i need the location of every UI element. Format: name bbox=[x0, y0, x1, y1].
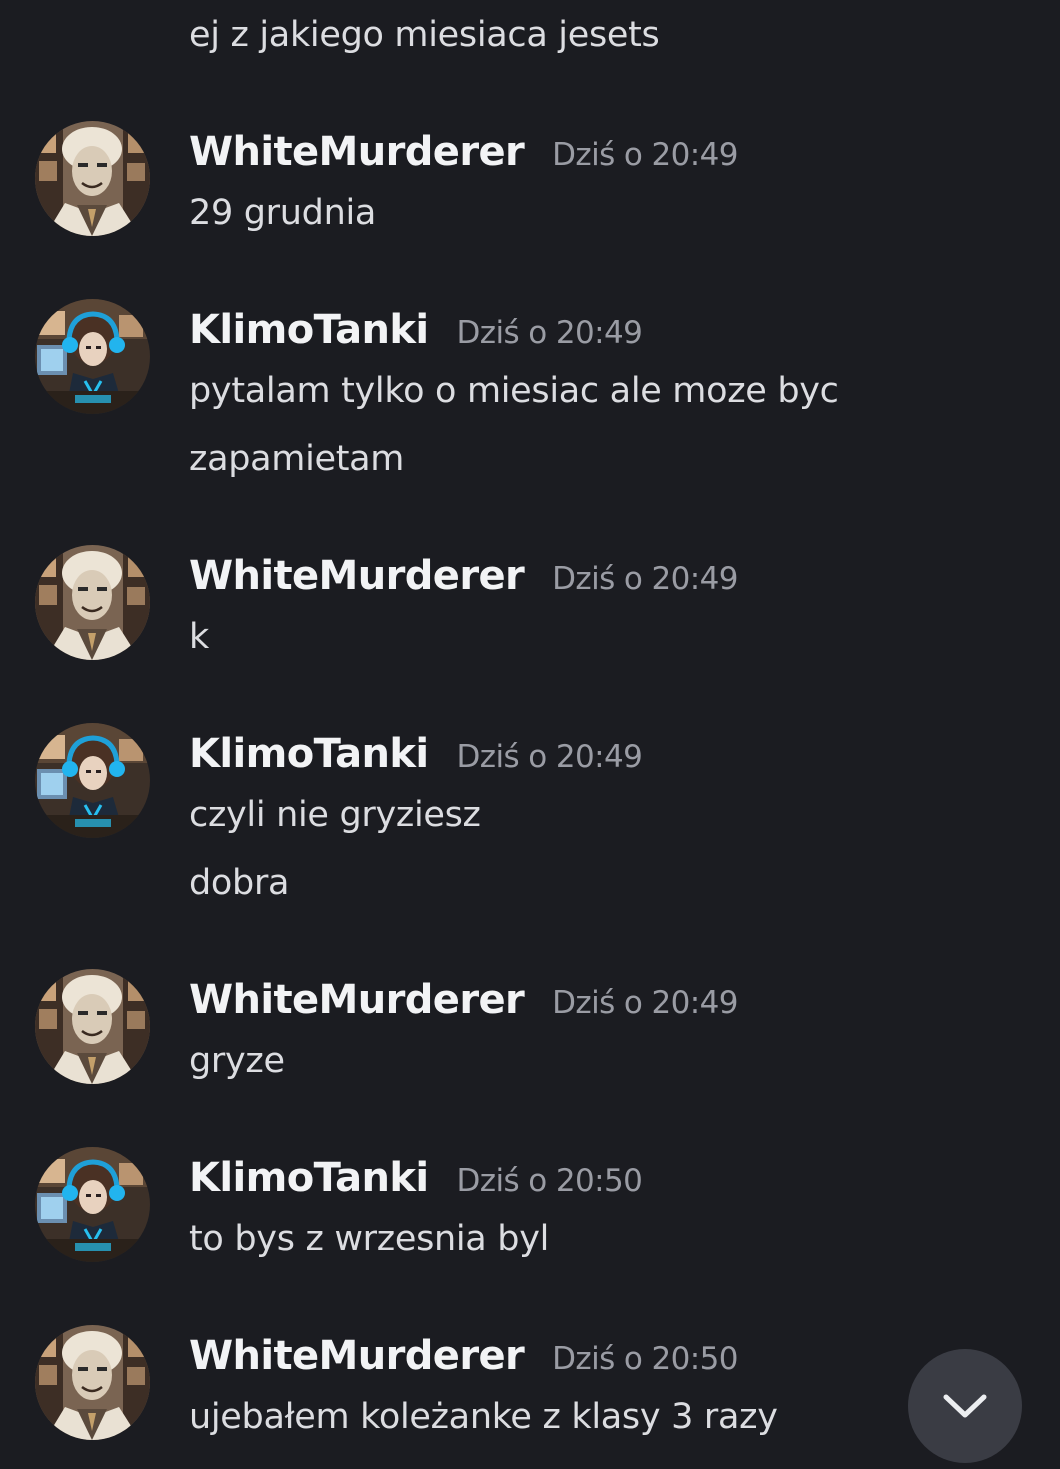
message-header: WhiteMurderer Dziś o 20:49 bbox=[189, 129, 738, 177]
username[interactable]: WhiteMurderer bbox=[189, 977, 525, 1023]
message-text: 29 grudnia bbox=[189, 193, 377, 233]
timestamp: Dziś o 20:49 bbox=[456, 739, 643, 775]
message-header: KlimoTanki Dziś o 20:49 bbox=[189, 307, 643, 355]
white-murderer-avatar-icon[interactable] bbox=[35, 969, 150, 1084]
username[interactable]: KlimoTanki bbox=[189, 307, 429, 353]
white-murderer-avatar-icon[interactable] bbox=[35, 1325, 150, 1440]
username[interactable]: KlimoTanki bbox=[189, 731, 429, 777]
message-text: k bbox=[189, 617, 209, 657]
klimotanki-avatar-icon[interactable] bbox=[35, 1147, 150, 1262]
username[interactable]: WhiteMurderer bbox=[189, 1333, 525, 1379]
message-header: KlimoTanki Dziś o 20:49 bbox=[189, 731, 643, 779]
jump-to-latest-button[interactable] bbox=[908, 1349, 1022, 1463]
chevron-down-icon bbox=[943, 1394, 987, 1418]
username[interactable]: WhiteMurderer bbox=[189, 129, 525, 175]
klimotanki-avatar-icon[interactable] bbox=[35, 723, 150, 838]
username[interactable]: WhiteMurderer bbox=[189, 553, 525, 599]
message-text: zapamietam bbox=[189, 439, 405, 479]
message-text: czyli nie gryziesz bbox=[189, 795, 481, 835]
username[interactable]: KlimoTanki bbox=[189, 1155, 429, 1201]
timestamp: Dziś o 20:50 bbox=[456, 1163, 643, 1199]
timestamp: Dziś o 20:49 bbox=[552, 985, 738, 1021]
message-header: WhiteMurderer Dziś o 20:49 bbox=[189, 977, 738, 1025]
message-text: to bys z wrzesnia byl bbox=[189, 1219, 550, 1259]
white-murderer-avatar-icon[interactable] bbox=[35, 121, 150, 236]
message-text: ujebałem koleżanke z klasy 3 razy bbox=[189, 1397, 778, 1437]
message-header: KlimoTanki Dziś o 20:50 bbox=[189, 1155, 643, 1203]
message-header: WhiteMurderer Dziś o 20:49 bbox=[189, 553, 738, 601]
message-text: gryze bbox=[189, 1041, 285, 1081]
klimotanki-avatar-icon[interactable] bbox=[35, 299, 150, 414]
chat-messages: ej z jakiego miesiaca jesets WhiteMurder… bbox=[0, 0, 1060, 1469]
message-text: pytalam tylko o miesiac ale moze byc bbox=[189, 371, 839, 411]
message-header: WhiteMurderer Dziś o 20:50 bbox=[189, 1333, 738, 1381]
white-murderer-avatar-icon[interactable] bbox=[35, 545, 150, 660]
timestamp: Dziś o 20:50 bbox=[552, 1341, 738, 1377]
timestamp: Dziś o 20:49 bbox=[552, 137, 738, 173]
message-text: dobra bbox=[189, 863, 290, 903]
timestamp: Dziś o 20:49 bbox=[552, 561, 738, 597]
message-text: ej z jakiego miesiaca jesets bbox=[189, 15, 660, 55]
timestamp: Dziś o 20:49 bbox=[456, 315, 643, 351]
